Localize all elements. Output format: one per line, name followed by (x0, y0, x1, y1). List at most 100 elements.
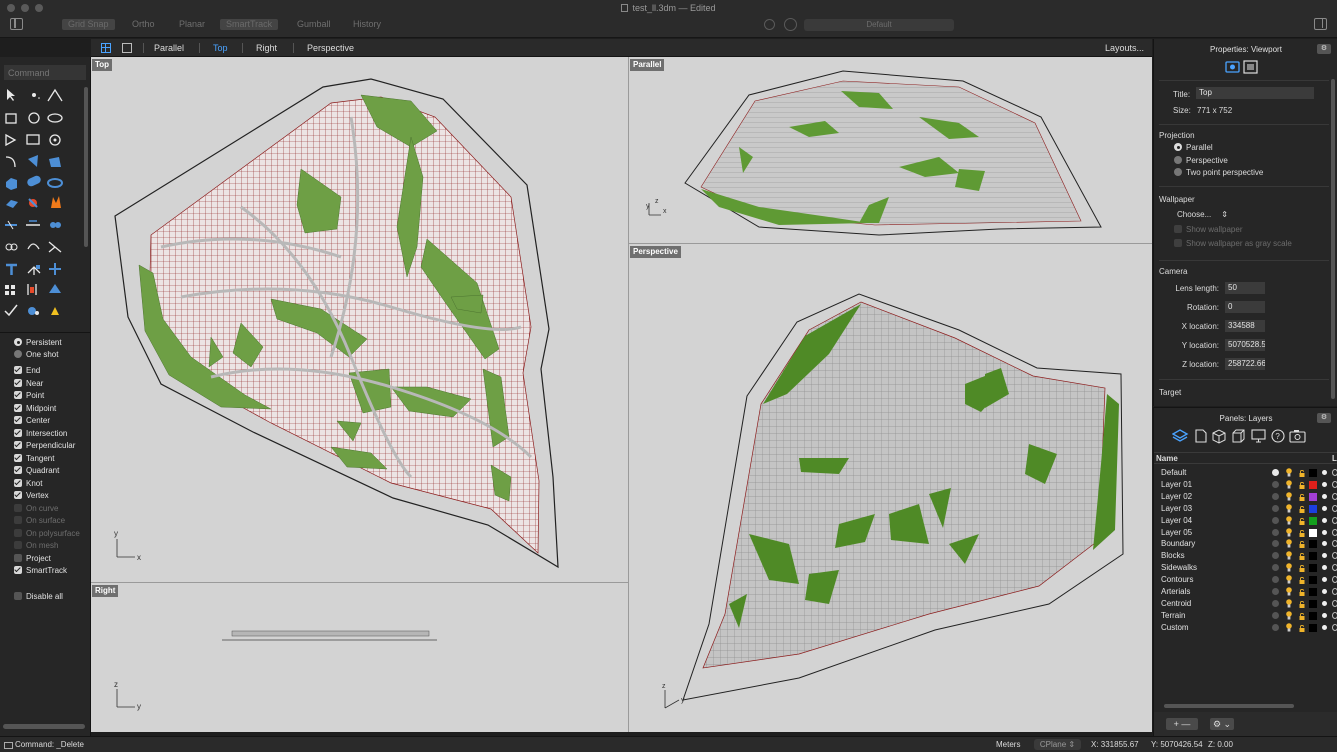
current-layer-dot-icon[interactable] (1272, 552, 1279, 560)
properties-gear-icon[interactable]: ⚙ (1317, 44, 1331, 54)
linetype-icon[interactable] (1332, 599, 1337, 607)
linetype-icon[interactable] (1332, 623, 1337, 631)
rectangle-icon[interactable] (5, 113, 17, 124)
layer-row[interactable]: Default (1154, 467, 1337, 479)
viewport-perspective[interactable]: z y Perspective (629, 244, 1152, 732)
osnap-tangent-checkbox[interactable]: Tangent (14, 453, 54, 465)
split-icon[interactable] (26, 220, 40, 226)
lock-icon[interactable] (1299, 624, 1305, 632)
osnap-vertex-checkbox[interactable]: Vertex (14, 490, 49, 502)
monitor-icon[interactable] (1251, 429, 1266, 443)
osnap-on-polysurface-checkbox[interactable]: On polysurface (14, 528, 80, 540)
units-label[interactable]: Meters (996, 740, 1020, 750)
linetype-icon[interactable] (1332, 552, 1337, 560)
extrude-icon[interactable] (6, 200, 18, 208)
camera-tab-icon[interactable] (1225, 61, 1240, 73)
viewport-label-perspective[interactable]: Perspective (630, 246, 681, 258)
layer-color-swatch[interactable] (1309, 564, 1317, 573)
array-grid-icon[interactable] (5, 285, 15, 295)
layers-stack-icon[interactable] (1171, 429, 1189, 442)
lock-icon[interactable] (1299, 564, 1305, 573)
osnap-on-curve-checkbox[interactable]: On curve (14, 503, 58, 515)
point-icon[interactable] (32, 93, 40, 99)
target-icon[interactable] (49, 134, 61, 146)
lightbulb-icon[interactable] (1286, 539, 1292, 548)
layer-row[interactable]: Boundary (1154, 538, 1337, 550)
disable-all-checkbox[interactable]: Disable all (14, 591, 63, 603)
osnap-on-mesh-checkbox[interactable]: On mesh (14, 540, 58, 552)
show-wallpaper-gray-checkbox[interactable]: Show wallpaper as gray scale (1174, 239, 1292, 248)
linetype-icon[interactable] (1332, 528, 1337, 536)
box-outline-icon[interactable] (26, 134, 40, 145)
explode-icon[interactable] (28, 198, 38, 208)
osnap-circle-icon[interactable] (764, 19, 775, 30)
layer-row[interactable]: Layer 02 (1154, 491, 1337, 503)
surface-edge-icon[interactable] (28, 155, 38, 167)
linetype-icon[interactable] (1332, 576, 1337, 584)
lightbulb-icon[interactable] (1286, 575, 1292, 584)
light-icon[interactable] (51, 307, 59, 315)
layer-row[interactable]: Custom (1154, 622, 1337, 634)
current-layer-dot-icon[interactable] (1272, 469, 1279, 476)
mesh-icon[interactable] (49, 284, 61, 293)
layer-row[interactable]: Centroid (1154, 598, 1337, 610)
ellipse-icon[interactable] (47, 113, 63, 123)
osnap-quadrant-checkbox[interactable]: Quadrant (14, 465, 59, 477)
layer-row[interactable]: Layer 01 (1154, 479, 1337, 491)
osnap-midpoint-checkbox[interactable]: Midpoint (14, 403, 56, 415)
linetype-icon[interactable] (1332, 480, 1337, 488)
cube-icon[interactable] (1212, 429, 1226, 444)
material-dot-icon[interactable] (1322, 553, 1327, 559)
current-layer-field[interactable]: Default (804, 19, 954, 31)
circle-icon[interactable] (28, 112, 40, 124)
layers-scrollbar[interactable] (1164, 704, 1294, 708)
current-layer-dot-icon[interactable] (1272, 611, 1279, 619)
osnap-on-surface-checkbox[interactable]: On surface (14, 515, 65, 527)
viewport-vertical-splitter[interactable] (628, 57, 629, 732)
viewport-label-top[interactable]: Top (92, 59, 113, 71)
linetype-icon[interactable] (1332, 516, 1337, 524)
lock-icon[interactable] (1299, 540, 1305, 549)
help-icon[interactable]: ? (1271, 429, 1285, 443)
lightbulb-icon[interactable] (1286, 468, 1292, 477)
tool-palette-scrollbar[interactable] (84, 87, 88, 247)
lightbulb-icon[interactable] (1286, 610, 1292, 620)
osnap-near-checkbox[interactable]: Near (14, 378, 43, 390)
lightbulb-icon[interactable] (1286, 563, 1292, 572)
capsule-icon[interactable] (26, 174, 42, 187)
solid-box-icon[interactable] (6, 178, 17, 190)
layers-gear-icon[interactable]: ⚙ (1317, 413, 1331, 423)
osnap-end-checkbox[interactable]: End (14, 365, 40, 377)
material-dot-icon[interactable] (1322, 577, 1327, 583)
linetype-icon[interactable] (1332, 492, 1337, 500)
material-dot-icon[interactable] (1322, 505, 1327, 511)
lock-icon[interactable] (1299, 576, 1305, 585)
viewport-label-right[interactable]: Right (92, 585, 119, 597)
current-layer-dot-icon[interactable] (1272, 504, 1279, 512)
text-icon[interactable] (6, 263, 17, 275)
layer-row[interactable]: Terrain (1154, 610, 1337, 622)
right-sidebar-toggle-icon[interactable] (1314, 18, 1327, 30)
surface-patch-icon[interactable] (49, 157, 61, 167)
command-input[interactable] (4, 65, 86, 80)
dimension-icon[interactable] (27, 284, 37, 295)
rotate-icon[interactable] (27, 243, 40, 250)
left-sidebar-toggle-icon[interactable] (10, 18, 23, 30)
linetype-icon[interactable] (1332, 564, 1337, 572)
linetype-icon[interactable] (1332, 504, 1337, 512)
projection-perspective-radio[interactable]: Perspective (1174, 156, 1228, 165)
group-icon[interactable] (50, 222, 61, 228)
document-page-icon[interactable] (1195, 429, 1207, 443)
lightbulb-icon[interactable] (1286, 599, 1292, 608)
fire-icon[interactable] (51, 196, 61, 208)
material-dot-icon[interactable] (1322, 612, 1327, 618)
four-viewport-grid-icon[interactable] (101, 43, 111, 53)
box-corner-icon[interactable] (1232, 429, 1245, 443)
osnap-center-checkbox[interactable]: Center (14, 415, 50, 427)
layer-color-swatch[interactable] (1309, 611, 1317, 620)
lightbulb-icon[interactable] (1286, 503, 1292, 513)
curve-icon[interactable] (5, 156, 16, 168)
move-icon[interactable] (27, 265, 41, 275)
lock-icon[interactable] (1299, 552, 1305, 561)
polyline-icon[interactable] (47, 88, 63, 102)
